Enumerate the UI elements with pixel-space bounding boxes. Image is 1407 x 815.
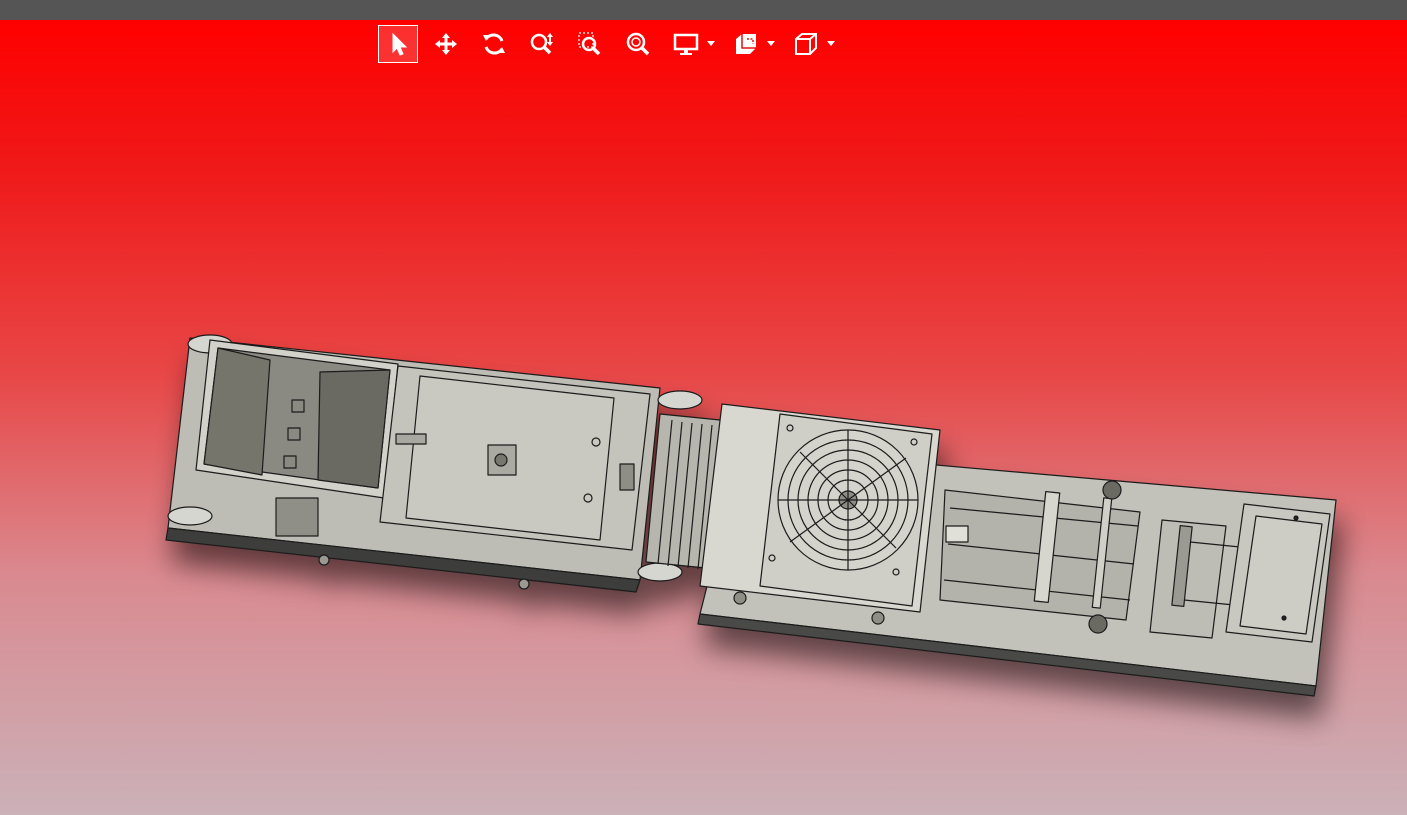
standard-view-cube-icon — [795, 33, 817, 55]
left-conveyor-section[interactable] — [165, 334, 703, 593]
rotate-icon — [483, 33, 505, 55]
cad-model[interactable] — [0, 20, 1407, 815]
view-toolbar — [378, 24, 846, 64]
3d-viewport[interactable] — [0, 20, 1407, 815]
window-title-bar — [0, 0, 1407, 20]
section-view-icon — [736, 34, 756, 54]
chevron-down-icon — [767, 41, 775, 46]
pan-button[interactable] — [426, 25, 466, 63]
section-view-button[interactable] — [726, 25, 766, 63]
zoom-button[interactable] — [522, 25, 562, 63]
select-button[interactable] — [378, 25, 418, 63]
hopper[interactable] — [195, 339, 399, 499]
select-arrow-icon — [392, 32, 408, 56]
standard-views-dropdown[interactable] — [826, 25, 836, 63]
display-mode-button[interactable] — [666, 25, 706, 63]
zoom-fit-icon — [626, 32, 650, 56]
zoom-window-icon — [578, 32, 601, 56]
display-monitor-icon — [673, 33, 699, 55]
chevron-down-icon — [707, 41, 715, 46]
rotate-button[interactable] — [474, 25, 514, 63]
zoom-window-button[interactable] — [570, 25, 610, 63]
pan-move-icon — [435, 33, 457, 55]
display-mode-dropdown[interactable] — [706, 25, 716, 63]
zoom-fit-button[interactable] — [618, 25, 658, 63]
zoom-icon — [530, 33, 553, 55]
section-view-dropdown[interactable] — [766, 25, 776, 63]
chevron-down-icon — [827, 41, 835, 46]
standard-views-button[interactable] — [786, 25, 826, 63]
